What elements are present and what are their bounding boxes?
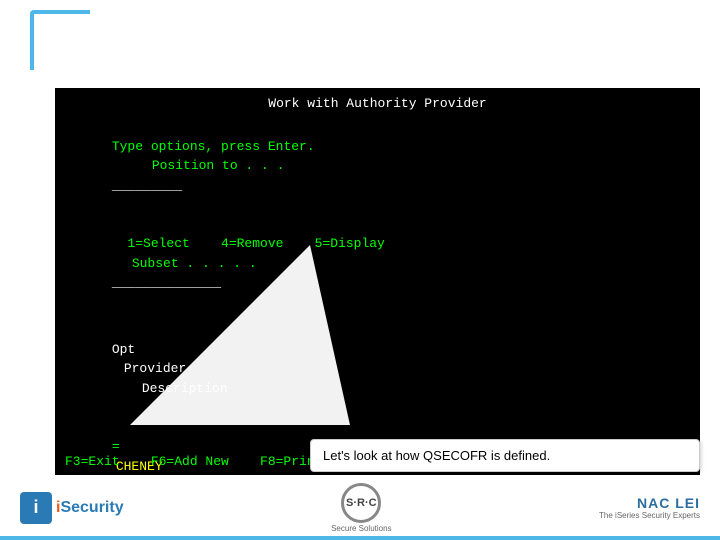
terminal-instructions: Type options, press Enter. Position to .… (65, 117, 690, 215)
terminal-fkeys: F3=Exit F6=Add New F8=Print (65, 454, 322, 469)
terminal-title: Work with Authority Provider (65, 96, 690, 111)
tooltip-text: Let's look at how QSECOFR is defined. (323, 448, 550, 463)
isecurity-text: iSecurity (56, 499, 124, 517)
bottom-bar: i iSecurity S·R·C Secure Solutions NAC L… (0, 475, 720, 540)
terminal-column-headers: Opt Provider Description (65, 320, 690, 418)
isecurity-logo: i iSecurity (20, 492, 124, 524)
isecurity-icon: i (20, 492, 52, 524)
naclei-sub: The iSeries Security Experts (599, 511, 700, 520)
naclei-logo: NAC LEI The iSeries Security Experts (599, 495, 700, 520)
terminal-options: 1=Select 4=Remove 5=Display Subset . . .… (65, 215, 690, 313)
src-sub: Secure Solutions (331, 524, 391, 533)
bottom-blue-line (0, 536, 720, 540)
src-circle: S·R·C (341, 483, 381, 523)
top-bar-accent (30, 10, 90, 70)
naclei-text: NAC LEI (637, 495, 700, 511)
top-bar (0, 0, 720, 80)
terminal-screen: Work with Authority Provider Type option… (55, 88, 700, 475)
tooltip-box: Let's look at how QSECOFR is defined. (310, 439, 700, 472)
src-logo: S·R·C Secure Solutions (331, 483, 391, 533)
slide-container: Work with Authority Provider Type option… (0, 0, 720, 540)
